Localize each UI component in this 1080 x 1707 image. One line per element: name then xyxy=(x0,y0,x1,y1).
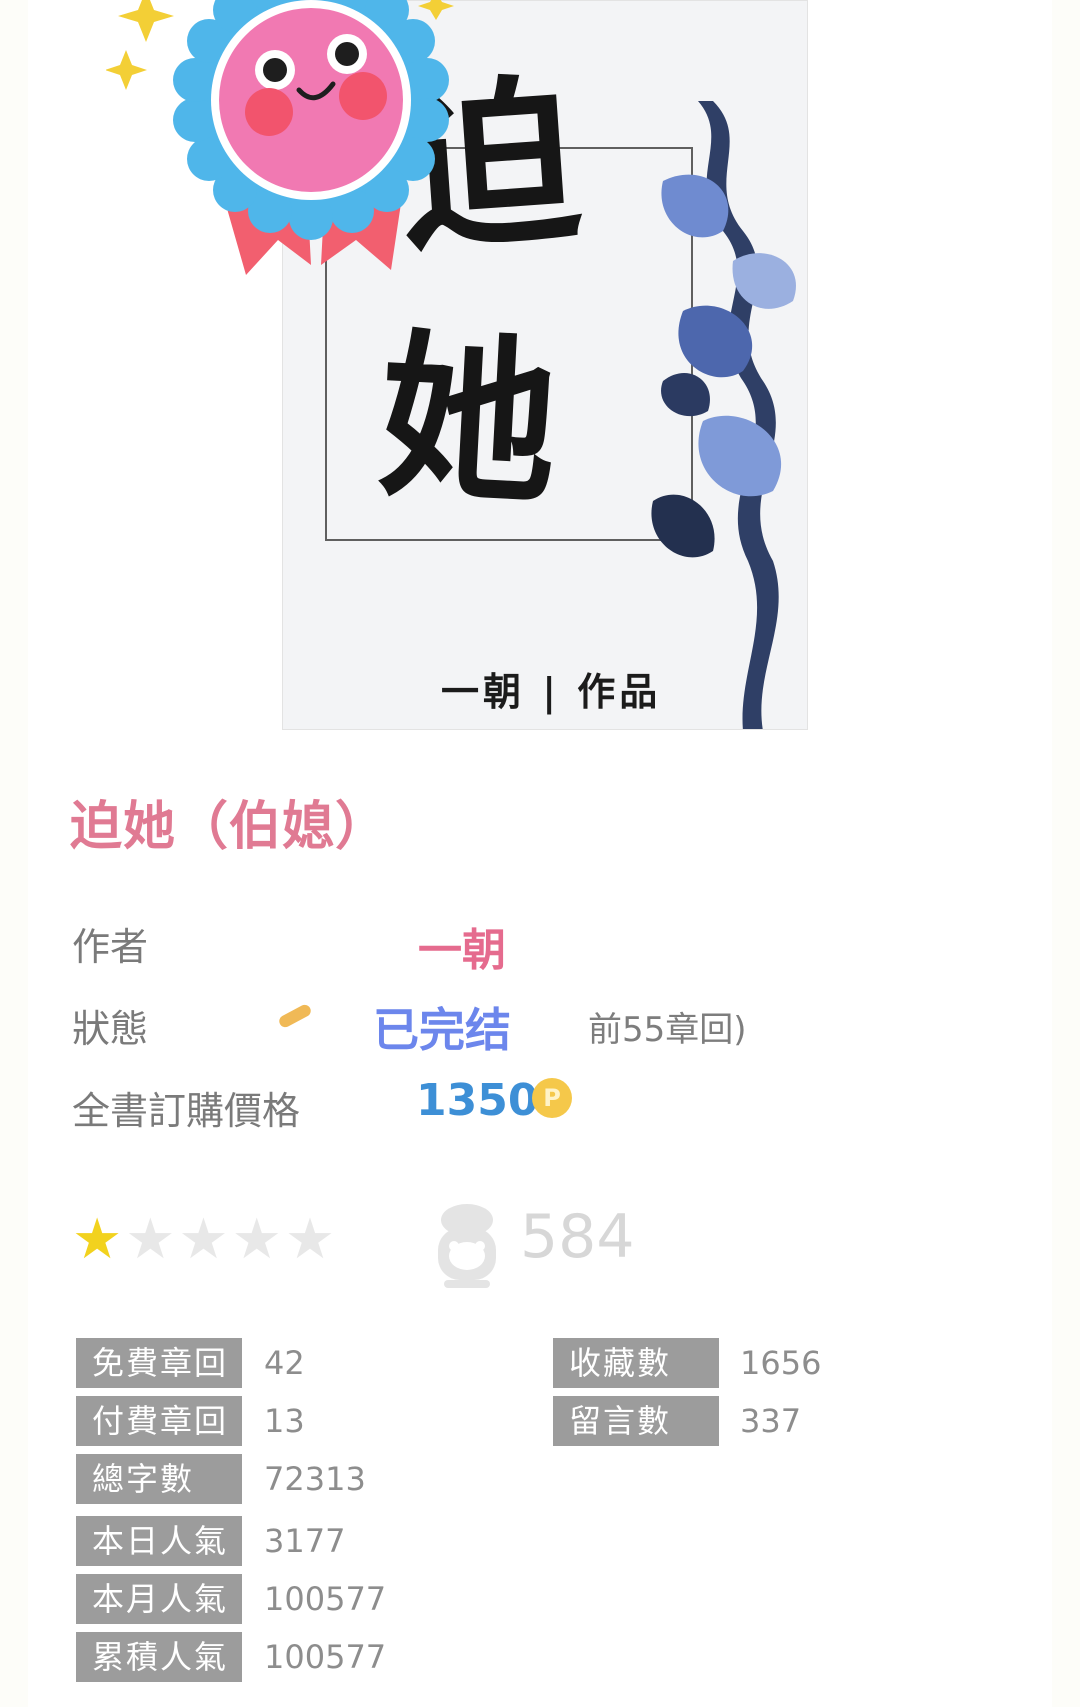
star-icon[interactable]: ★ xyxy=(232,1212,282,1268)
cover-author-credit: 一朝 | 作品 xyxy=(441,669,662,714)
stat-label-daily-views: 本日人氣 xyxy=(76,1516,242,1566)
author-label: 作者 xyxy=(72,925,149,969)
stat-value-total-views: 100577 xyxy=(264,1638,387,1676)
stat-label-paid-chapters: 付費章回 xyxy=(76,1396,242,1446)
price-value: 1350 xyxy=(416,1075,539,1126)
stat-label-monthly-views: 本月人氣 xyxy=(76,1574,242,1624)
coin-icon: P xyxy=(532,1078,572,1118)
stat-value-favorites: 1656 xyxy=(740,1344,822,1382)
stat-value-monthly-views: 100577 xyxy=(264,1580,387,1618)
status-value: 已完结 xyxy=(373,1003,511,1057)
star-icon[interactable]: ★ xyxy=(178,1212,228,1268)
stat-value-comments: 337 xyxy=(740,1402,802,1440)
rating-stars[interactable]: ★★★★★ xyxy=(72,1212,338,1268)
stat-label-favorites: 收藏數 xyxy=(553,1338,719,1388)
stat-value-paid-chapters: 13 xyxy=(264,1402,305,1440)
author-link[interactable]: 一朝 xyxy=(418,914,506,978)
award-badge-icon xyxy=(106,0,454,275)
fans-icon xyxy=(438,1204,496,1288)
price-label: 全書訂購價格 xyxy=(72,1089,301,1133)
status-note: 前55章回) xyxy=(588,1010,747,1050)
star-icon[interactable]: ★ xyxy=(285,1212,335,1268)
star-icon[interactable]: ★ xyxy=(125,1212,175,1268)
stat-label-free-chapters: 免費章回 xyxy=(76,1338,242,1388)
status-label: 狀態 xyxy=(72,1007,149,1051)
book-title: 迫她（伯媳） xyxy=(70,797,389,857)
stat-label-word-count: 總字數 xyxy=(76,1454,242,1504)
stat-label-total-views: 累積人氣 xyxy=(76,1632,242,1682)
cover-title-line-2: 她 xyxy=(373,310,557,529)
stat-value-free-chapters: 42 xyxy=(264,1344,305,1382)
cover-flower-art xyxy=(651,101,796,729)
fans-count: 584 xyxy=(520,1202,635,1272)
stat-value-daily-views: 3177 xyxy=(264,1522,346,1560)
stat-value-word-count: 72313 xyxy=(264,1460,366,1498)
stat-label-comments: 留言數 xyxy=(553,1396,719,1446)
star-icon[interactable]: ★ xyxy=(72,1212,122,1268)
